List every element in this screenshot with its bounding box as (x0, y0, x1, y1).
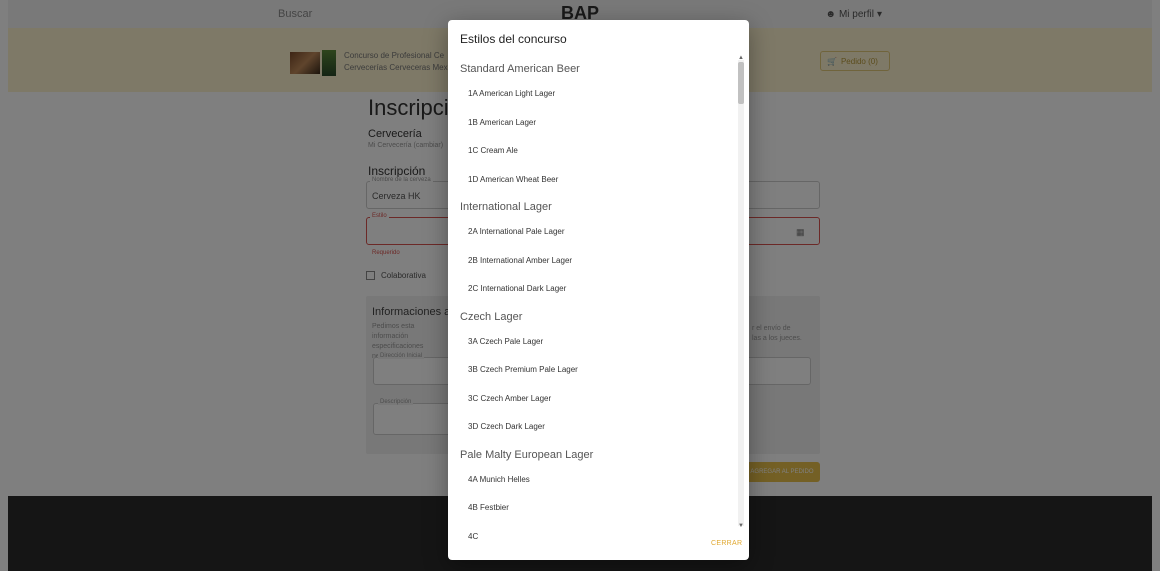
style-item[interactable]: 4B Festbier (448, 494, 738, 523)
close-button[interactable]: CERRAR (711, 540, 742, 547)
scroll-up-arrow-icon[interactable]: ▲ (736, 54, 746, 62)
style-item[interactable]: 2A International Pale Lager (448, 218, 738, 247)
category-heading: International Lager (460, 201, 552, 213)
scrollbar-track[interactable] (738, 60, 744, 526)
scrollbar-thumb[interactable] (738, 62, 744, 104)
style-item[interactable]: 1C Cream Ale (448, 137, 738, 166)
category-heading: Czech Lager (460, 310, 523, 323)
scroll-down-arrow-icon[interactable]: ▼ (736, 522, 746, 530)
category-heading: Standard American Beer (460, 63, 580, 75)
category-heading: Pale Malty European Lager (460, 448, 594, 461)
style-item[interactable]: 4C (448, 523, 738, 543)
style-item[interactable]: 2C International Dark Lager (448, 275, 738, 304)
modal-title: Estilos del concurso (460, 32, 567, 46)
styles-list[interactable]: Standard American Beer 1A American Light… (448, 56, 738, 542)
styles-modal: Estilos del concurso Standard American B… (448, 20, 749, 560)
style-item[interactable]: 2B International Amber Lager (448, 247, 738, 276)
style-item[interactable]: 1A American Light Lager (448, 80, 738, 109)
style-item[interactable]: 1B American Lager (448, 109, 738, 138)
style-item[interactable]: 3A Czech Pale Lager (448, 328, 738, 357)
style-item[interactable]: 3C Czech Amber Lager (448, 385, 738, 414)
style-item[interactable]: 1D American Wheat Beer (448, 166, 738, 195)
style-item[interactable]: 4A Munich Helles (448, 466, 738, 495)
style-item[interactable]: 3B Czech Premium Pale Lager (448, 356, 738, 385)
style-item[interactable]: 3D Czech Dark Lager (448, 413, 738, 442)
